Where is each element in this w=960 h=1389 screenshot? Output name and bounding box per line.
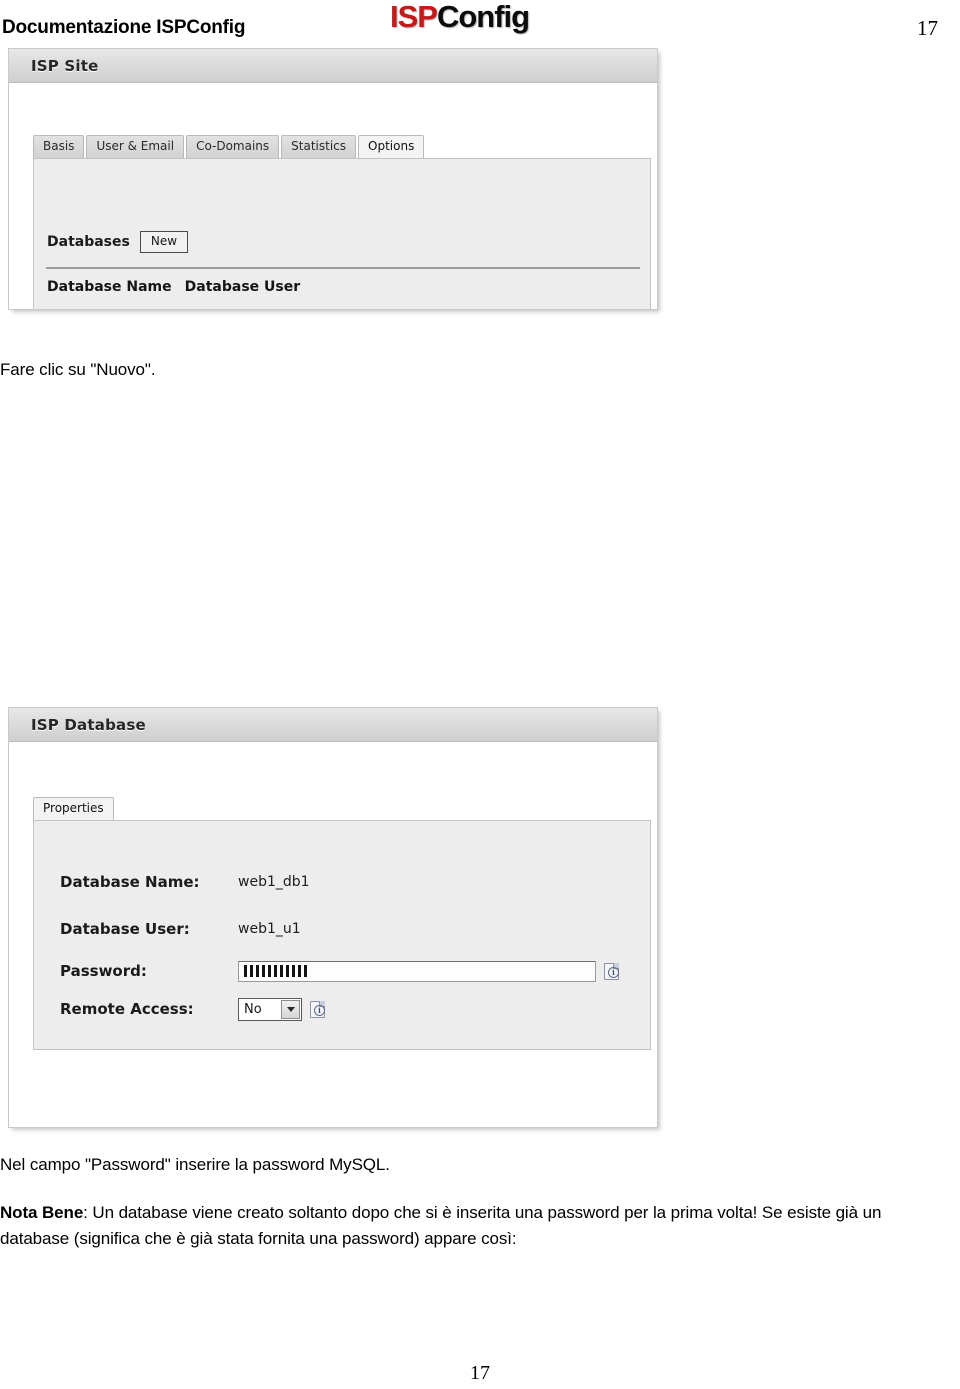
label-database-name: Database Name:	[60, 872, 200, 891]
tab-user-email[interactable]: User & Email	[86, 135, 185, 158]
password-mask-char	[250, 965, 253, 977]
isp-site-options-panel: Databases New Database Name Database Use…	[33, 158, 651, 309]
logo-text-config: Config	[436, 0, 530, 34]
isp-database-body: Properties Database Name: web1_db1 Datab…	[9, 796, 657, 1127]
caption-nota-bene: Nota Bene: Un database viene creato solt…	[0, 1200, 952, 1252]
tab-co-domains[interactable]: Co-Domains	[186, 135, 280, 158]
tab-properties[interactable]: Properties	[33, 797, 114, 820]
password-mask-char	[274, 965, 277, 977]
value-database-name: web1_db1	[238, 873, 310, 890]
databases-label: Databases	[47, 234, 130, 250]
password-mask-char	[286, 965, 289, 977]
document-title: Documentazione ISPConfig	[2, 17, 246, 38]
label-database-user: Database User:	[60, 919, 190, 938]
password-input[interactable]	[238, 960, 596, 982]
isp-database-tabstrip: Properties	[9, 796, 657, 820]
databases-row: Databases New	[47, 231, 189, 253]
screenshot-isp-site: ISP Site Basis User & Email Co-Domains S…	[8, 48, 658, 310]
database-form: Database Name: web1_db1 Database User: w…	[60, 858, 619, 1028]
tab-basis[interactable]: Basis	[33, 135, 85, 158]
password-mask-char	[268, 965, 271, 977]
remote-access-selected-value: No	[244, 1001, 262, 1017]
chevron-down-icon[interactable]	[281, 999, 300, 1019]
isp-site-body: Basis User & Email Co-Domains Statistics…	[9, 134, 657, 309]
databases-table-header: Database Name Database User	[47, 279, 300, 295]
isp-database-title: ISP Database	[31, 715, 146, 734]
column-database-name: Database Name	[47, 279, 172, 295]
password-mask-char	[298, 965, 301, 977]
info-page-icon[interactable]	[310, 1000, 325, 1018]
tab-statistics[interactable]: Statistics	[281, 135, 357, 158]
new-database-button[interactable]: New	[139, 231, 189, 253]
header-page-number: 17	[917, 16, 938, 40]
password-mask-char	[304, 965, 307, 977]
page-header: Documentazione ISPConfig ISPConfig 17	[0, 0, 960, 46]
isp-database-properties-panel: Database Name: web1_db1 Database User: w…	[33, 820, 651, 1050]
isp-site-header: ISP Site	[9, 49, 657, 83]
field-row-password: Password:	[60, 952, 619, 990]
logo-text-isp: ISP	[390, 0, 438, 34]
footer-page-number: 17	[470, 1362, 490, 1384]
isp-database-header: ISP Database	[9, 708, 657, 742]
nota-bene-rest: : Un database viene creato soltanto dopo…	[0, 1203, 882, 1248]
screenshot-isp-database: ISP Database Properties Database Name: w…	[8, 707, 658, 1128]
field-row-database-name: Database Name: web1_db1	[60, 858, 619, 905]
password-mask-char	[262, 965, 265, 977]
caption-click-new: Fare clic su "Nuovo".	[0, 360, 156, 379]
caption-enter-password: Nel campo "Password" inserire la passwor…	[0, 1155, 390, 1174]
ispconfig-logo: ISPConfig	[390, 0, 530, 34]
column-database-user: Database User	[184, 279, 301, 295]
password-mask-char	[256, 965, 259, 977]
password-mask-char	[280, 965, 283, 977]
remote-access-select[interactable]: No	[238, 997, 302, 1021]
isp-site-tabstrip: Basis User & Email Co-Domains Statistics…	[9, 134, 657, 158]
isp-site-title: ISP Site	[31, 56, 99, 75]
value-database-user: web1_u1	[238, 920, 301, 937]
password-mask-char	[292, 965, 295, 977]
nota-bene-lead: Nota Bene	[0, 1203, 84, 1222]
field-row-remote-access: Remote Access: No	[60, 990, 619, 1028]
password-mask-char	[244, 965, 247, 977]
section-divider	[46, 267, 640, 269]
field-row-database-user: Database User: web1_u1	[60, 905, 619, 952]
info-page-icon[interactable]	[604, 962, 619, 980]
label-remote-access: Remote Access:	[60, 1000, 194, 1018]
tab-options[interactable]: Options	[358, 135, 425, 158]
label-password: Password:	[60, 962, 147, 980]
